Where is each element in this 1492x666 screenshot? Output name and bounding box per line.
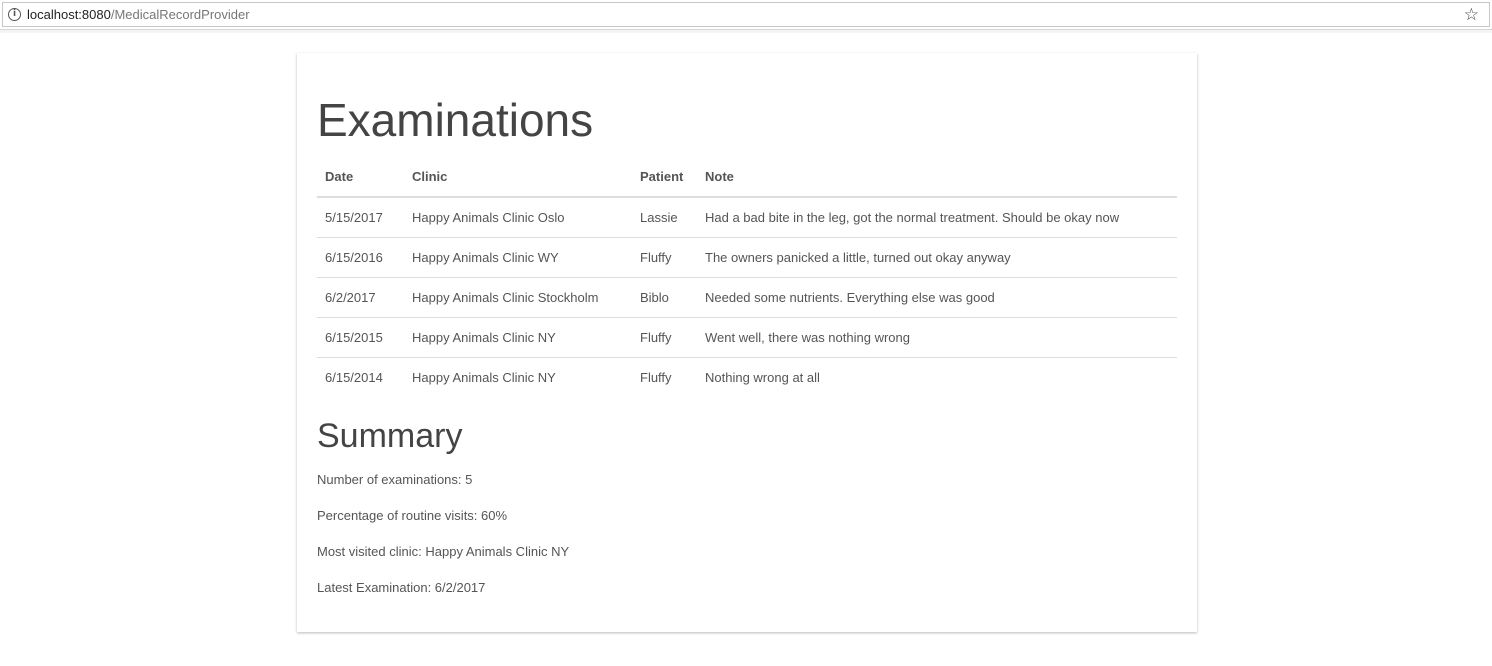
cell-date: 6/15/2015 — [317, 317, 404, 358]
url-text[interactable]: localhost:8080/MedicalRecordProvider — [27, 7, 250, 22]
examinations-card: Examinations Date Clinic Patient Note 5/… — [297, 53, 1197, 632]
table-row: 6/15/2016 Happy Animals Clinic WY Fluffy… — [317, 237, 1177, 278]
table-row: 6/2/2017 Happy Animals Clinic Stockholm … — [317, 277, 1177, 318]
cell-date: 6/15/2014 — [317, 357, 404, 397]
cell-clinic: Happy Animals Clinic Oslo — [412, 210, 565, 225]
page-title: Examinations — [317, 94, 594, 146]
url-field[interactable]: i localhost:8080/MedicalRecordProvider ☆ — [2, 2, 1490, 27]
cell-clinic: Happy Animals Clinic NY — [404, 357, 632, 397]
cell-patient: Fluffy — [632, 357, 697, 397]
cell-patient: Fluffy — [632, 317, 697, 358]
cell-note: Went well, there was nothing wrong — [697, 317, 1177, 358]
summary-most-visited-clinic: Most visited clinic: Happy Animals Clini… — [317, 544, 570, 559]
examinations-table: Date Clinic Patient Note 5/15/2017 Happy… — [317, 156, 1177, 397]
url-host: localhost:8080 — [27, 7, 111, 22]
summary-latest-examination: Latest Examination: 6/2/2017 — [317, 580, 486, 595]
summary-title: Summary — [317, 417, 463, 455]
star-icon[interactable]: ☆ — [1464, 5, 1479, 25]
cell-patient: Fluffy — [632, 237, 697, 278]
summary-examination-count: Number of examinations: 5 — [317, 472, 473, 487]
table-row: 6/15/2015 Happy Animals Clinic NY Fluffy… — [317, 317, 1177, 358]
cell-date: 6/15/2016 — [317, 237, 404, 278]
column-header-clinic: Clinic — [404, 156, 632, 198]
info-icon[interactable]: i — [8, 8, 21, 21]
cell-date: 6/2/2017 — [317, 277, 404, 318]
cell-note: Needed some nutrients. Everything else w… — [697, 277, 1177, 318]
cell-patient: Biblo — [632, 277, 697, 318]
browser-address-bar: i localhost:8080/MedicalRecordProvider ☆ — [0, 0, 1492, 30]
cell-note: Nothing wrong at all — [697, 357, 1177, 397]
url-path: /MedicalRecordProvider — [110, 7, 250, 22]
column-header-date: Date — [317, 156, 404, 198]
cell-date: 5/15/2017 — [325, 210, 383, 225]
table-header-row: Date Clinic Patient Note — [317, 156, 1177, 198]
cell-clinic: Happy Animals Clinic WY — [404, 237, 632, 278]
column-header-note: Note — [697, 156, 1177, 198]
column-header-patient: Patient — [632, 156, 697, 198]
table-row: 5/15/2017 Happy Animals Clinic Oslo Lass… — [317, 197, 1177, 238]
cell-patient: Lassie — [640, 210, 678, 225]
toolbar-divider — [0, 30, 1492, 33]
cell-note: The owners panicked a little, turned out… — [697, 237, 1177, 278]
table-row: 6/15/2014 Happy Animals Clinic NY Fluffy… — [317, 357, 1177, 397]
summary-routine-percentage: Percentage of routine visits: 60% — [317, 508, 508, 523]
cell-clinic: Happy Animals Clinic Stockholm — [404, 277, 632, 318]
cell-clinic: Happy Animals Clinic NY — [404, 317, 632, 358]
cell-note: Had a bad bite in the leg, got the norma… — [705, 210, 1120, 225]
